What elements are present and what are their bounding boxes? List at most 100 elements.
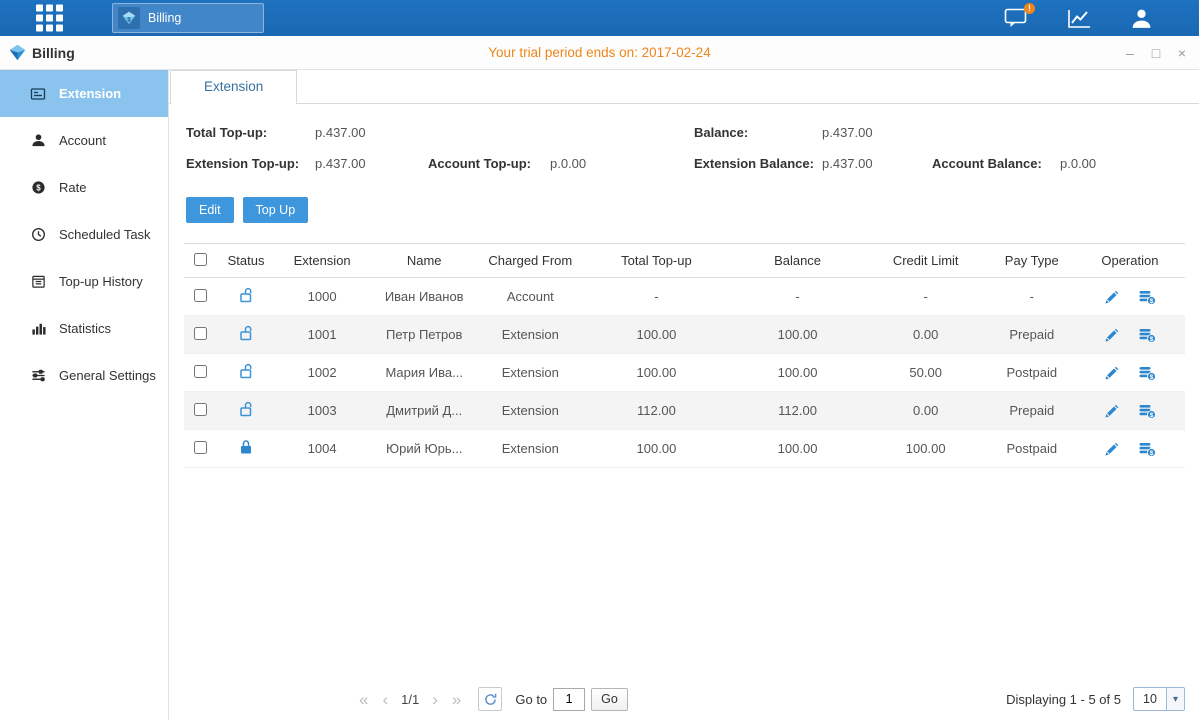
svg-text:$: $ [36,183,41,192]
extension-table: Status Extension Name Charged From Total… [184,243,1185,468]
cell-charged-from: Extension [480,354,580,392]
table-row: 1004 Юрий Юрь... Extension 100.00 100.00… [184,430,1185,468]
first-page-button[interactable]: « [352,691,375,708]
cell-operation: $ [1075,392,1185,430]
cell-balance: - [733,278,863,316]
unlocked-icon[interactable] [239,367,254,382]
balance-label: Balance: [694,125,822,140]
topup-icon[interactable]: $ [1139,442,1156,457]
cell-credit-limit: - [863,278,989,316]
cell-credit-limit: 50.00 [863,354,989,392]
row-checkbox[interactable] [194,403,207,416]
refresh-icon[interactable] [478,687,502,711]
col-operation: Operation [1075,244,1185,278]
edit-icon[interactable] [1104,290,1119,305]
locked-icon[interactable] [239,443,254,458]
close-icon[interactable]: × [1175,46,1189,60]
row-checkbox[interactable] [194,365,207,378]
table-row: 1000 Иван Иванов Account - - - - $ [184,278,1185,316]
unlocked-icon[interactable] [239,405,254,420]
cell-charged-from: Account [480,278,580,316]
select-all-checkbox[interactable] [194,253,207,266]
cell-balance: 100.00 [733,354,863,392]
page-size-value: 10 [1134,688,1166,710]
col-name: Name [368,244,480,278]
action-buttons: Edit Top Up [186,197,1199,223]
row-checkbox[interactable] [194,289,207,302]
cell-operation: $ [1075,278,1185,316]
unlocked-icon[interactable] [239,291,254,306]
sidebar-item-rate[interactable]: $ Rate [0,164,168,211]
notification-badge: ! [1024,3,1035,14]
cell-name: Мария Ива... [368,354,480,392]
table-header-row: Status Extension Name Charged From Total… [184,244,1185,278]
sidebar-item-scheduled-task[interactable]: Scheduled Task [0,211,168,258]
prev-page-button[interactable]: ‹ [375,691,395,708]
last-page-button[interactable]: » [445,691,468,708]
minimize-icon[interactable]: – [1123,46,1137,60]
svg-text:$: $ [1149,336,1153,343]
edit-button[interactable]: Edit [186,197,234,223]
sidebar-item-general-settings[interactable]: General Settings [0,352,168,399]
goto-page-input[interactable] [553,688,585,711]
user-icon[interactable] [1130,7,1153,30]
app-grid-icon[interactable] [36,5,63,32]
cell-balance: 100.00 [733,316,863,354]
extension-table-wrap: Status Extension Name Charged From Total… [184,243,1185,468]
app-title: Billing [32,45,75,61]
edit-icon[interactable] [1104,442,1119,457]
topup-icon[interactable]: $ [1139,328,1156,343]
topup-icon[interactable]: $ [1139,404,1156,419]
cell-credit-limit: 100.00 [863,430,989,468]
top-up-button[interactable]: Top Up [243,197,309,223]
edit-icon[interactable] [1104,404,1119,419]
sidebar-item-statistics[interactable]: Statistics [0,305,168,352]
go-button[interactable]: Go [591,688,628,711]
cell-pay-type: Prepaid [989,392,1075,430]
trial-notice: Your trial period ends on: 2017-02-24 [488,45,710,60]
topbar-billing-tab[interactable]: $ Billing [112,3,264,33]
extension-topup-label: Extension Top-up: [186,156,315,171]
edit-icon[interactable] [1104,328,1119,343]
topup-history-icon [30,274,46,289]
sidebar-item-account[interactable]: Account [0,117,168,164]
messages-icon[interactable]: ! [1004,8,1029,29]
maximize-icon[interactable]: □ [1149,46,1163,60]
total-topup-label: Total Top-up: [186,125,315,140]
svg-text:$: $ [127,17,131,24]
row-checkbox[interactable] [194,441,207,454]
balance-value: p.437.00 [822,125,932,140]
sidebar-item-extension[interactable]: Extension [0,70,168,117]
edit-icon[interactable] [1104,366,1119,381]
topbar-icons: ! [1004,0,1153,36]
cell-credit-limit: 0.00 [863,392,989,430]
account-topup-value: p.0.00 [550,156,694,171]
rate-icon: $ [30,180,46,195]
topbar-billing-tab-label: Billing [148,11,181,25]
cell-extension: 1001 [276,316,368,354]
window-controls: – □ × [1123,46,1189,60]
cell-operation: $ [1075,316,1185,354]
account-icon [30,133,46,148]
line-chart-icon[interactable] [1067,8,1092,29]
topbar: $ Billing ! [0,0,1199,36]
cell-credit-limit: 0.00 [863,316,989,354]
sidebar: Extension Account $ Rate Scheduled Task … [0,70,169,720]
tab-extension[interactable]: Extension [170,70,297,104]
cell-pay-type: - [989,278,1075,316]
topup-icon[interactable]: $ [1139,290,1156,305]
col-charged-from: Charged From [480,244,580,278]
svg-text:$: $ [1149,298,1153,305]
main-content: Extension Total Top-up: p.437.00 Balance… [169,70,1199,720]
page-size-select[interactable]: 10 ▾ [1133,687,1185,711]
topup-icon[interactable]: $ [1139,366,1156,381]
unlocked-icon[interactable] [239,329,254,344]
cell-charged-from: Extension [480,316,580,354]
displaying-text: Displaying 1 - 5 of 5 [1006,692,1121,707]
sidebar-item-topup-history[interactable]: Top-up History [0,258,168,305]
cell-name: Иван Иванов [368,278,480,316]
sidebar-item-label: Extension [59,86,121,101]
next-page-button[interactable]: › [425,691,445,708]
row-checkbox[interactable] [194,327,207,340]
cell-extension: 1000 [276,278,368,316]
